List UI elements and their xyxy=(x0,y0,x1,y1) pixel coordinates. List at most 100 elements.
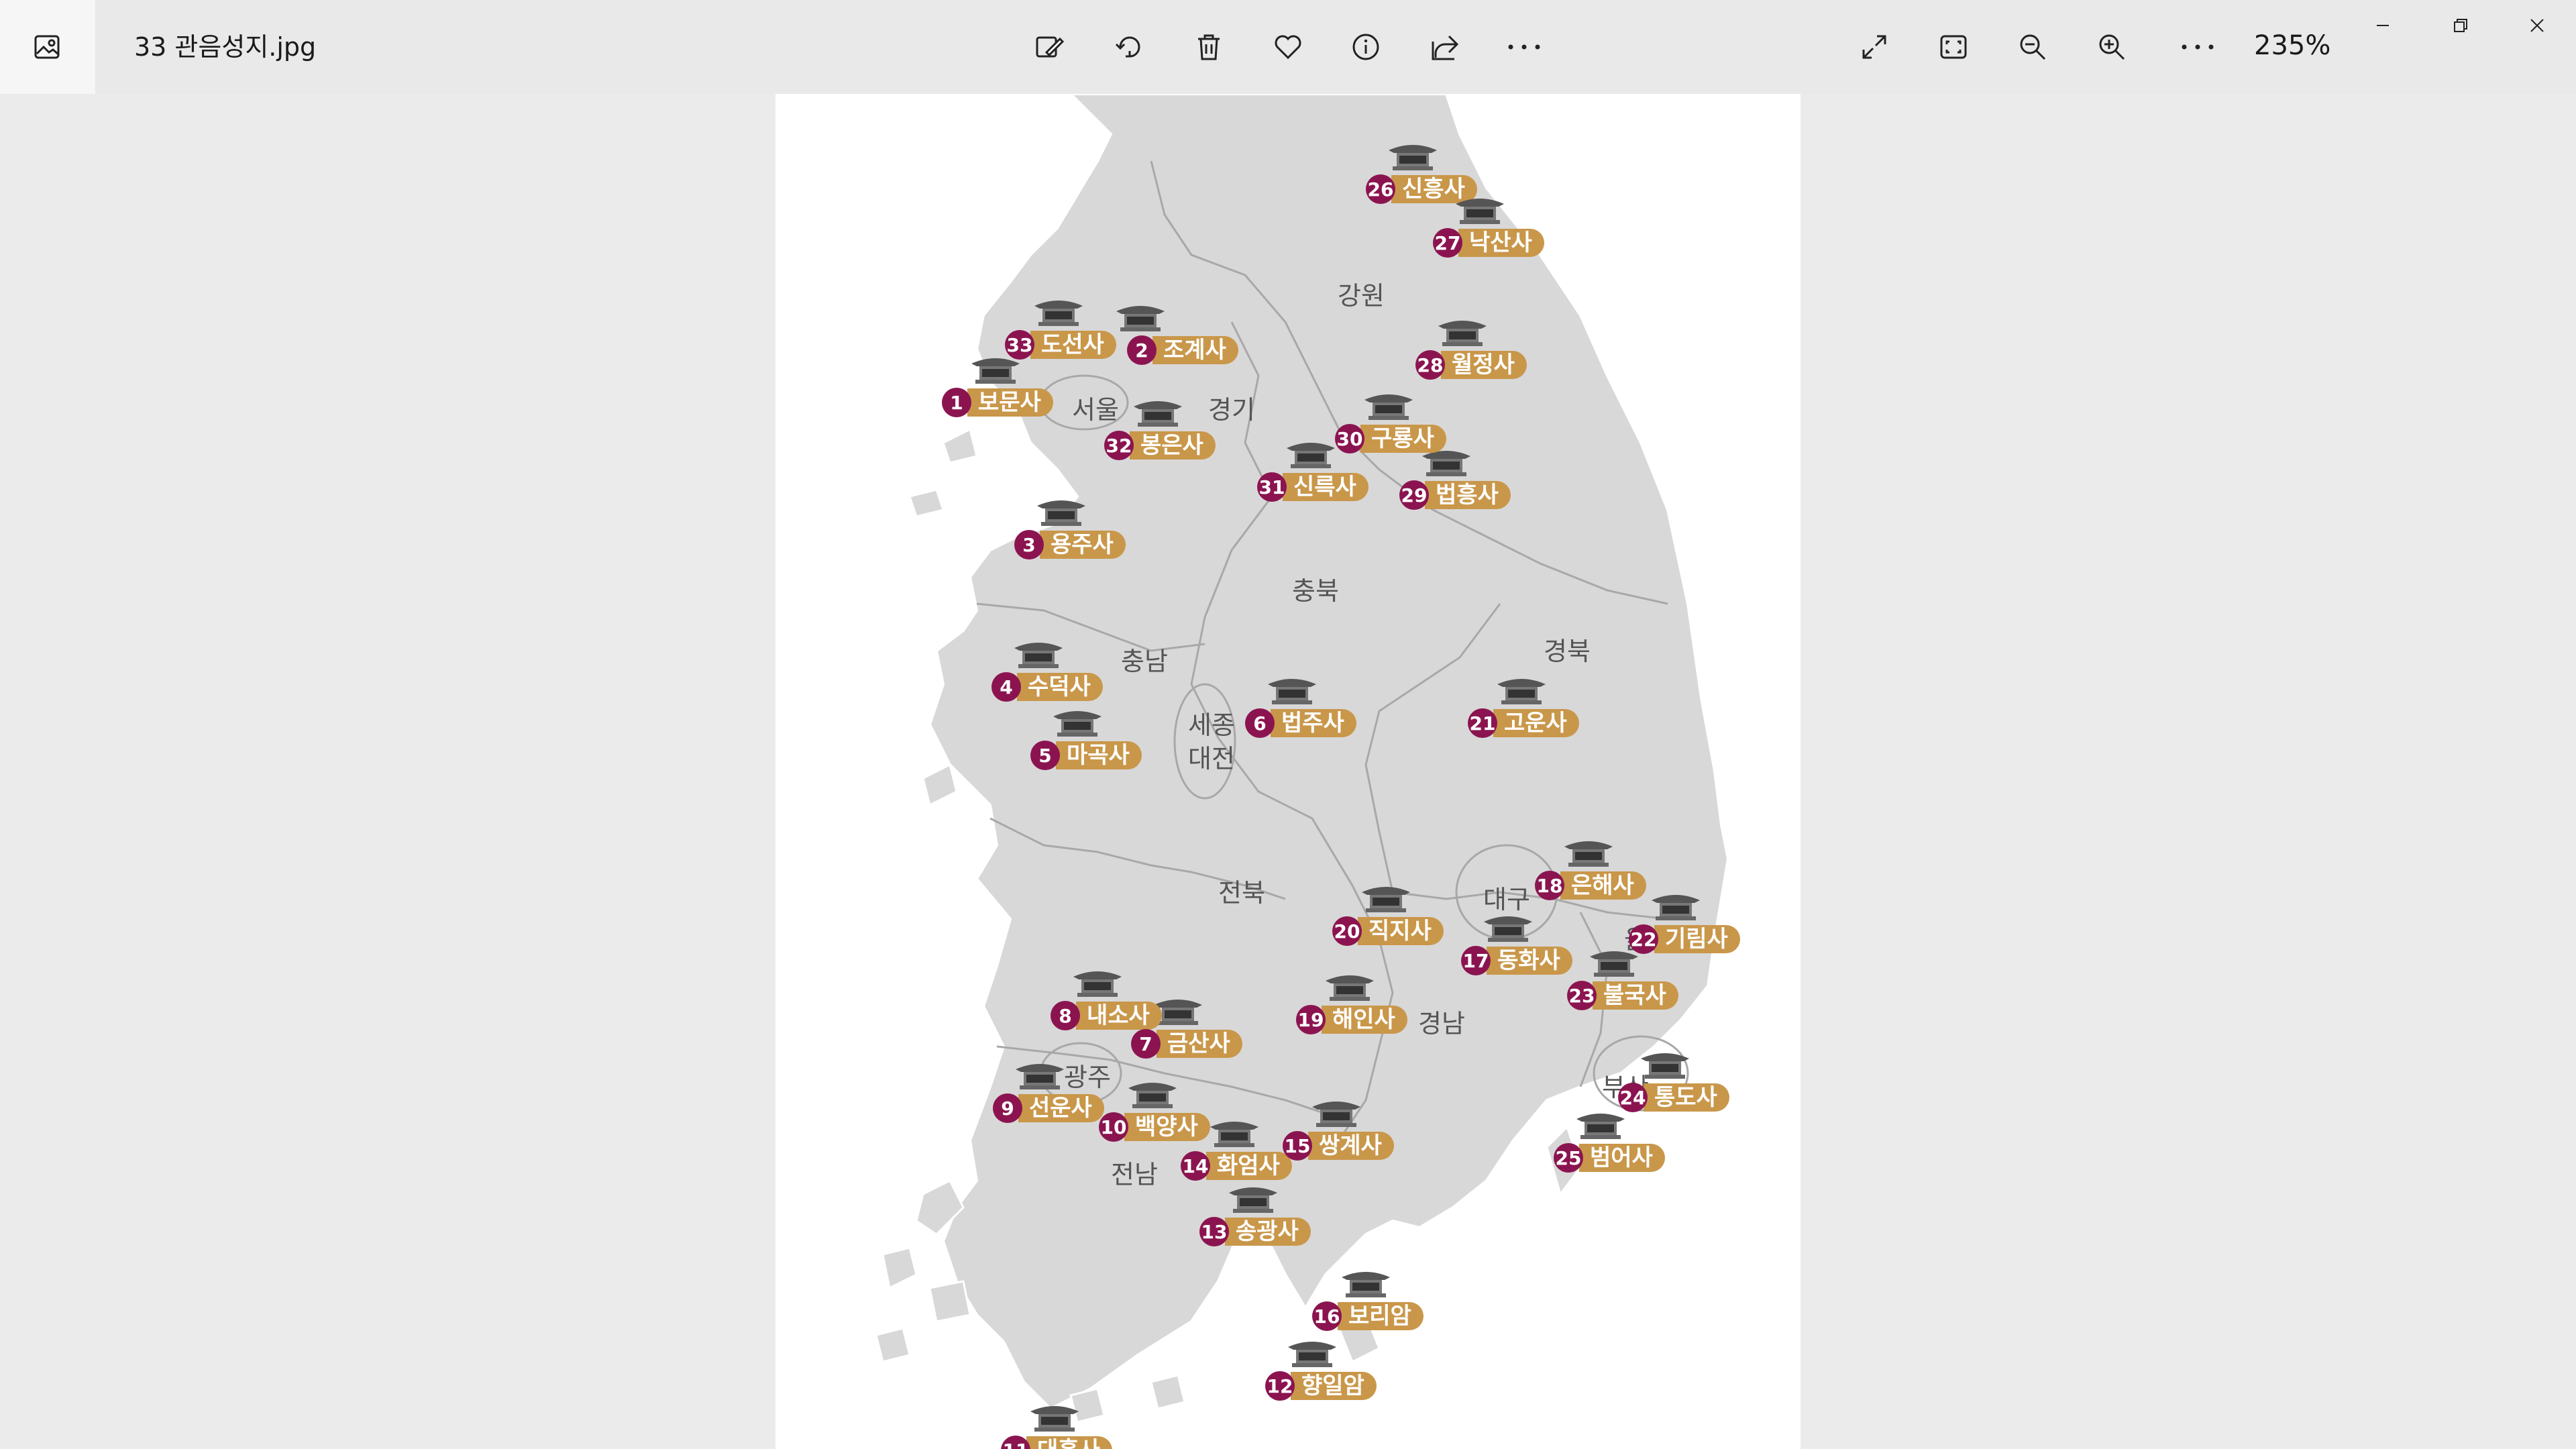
temple-name: 보문사 xyxy=(967,388,1053,417)
temple-number: 8 xyxy=(1051,1001,1080,1030)
zoom-in-icon[interactable] xyxy=(2090,25,2133,68)
file-name-title: 33 관음성지.jpg xyxy=(134,32,317,62)
region-label: 전북 xyxy=(1218,878,1265,908)
temple-marker: 16 보리암 xyxy=(1312,1272,1424,1334)
info-icon[interactable] xyxy=(1344,25,1387,68)
delete-icon[interactable] xyxy=(1187,25,1230,68)
temple-icon xyxy=(1389,145,1437,170)
temple-name: 금산사 xyxy=(1157,1030,1242,1058)
temple-name: 동화사 xyxy=(1487,947,1572,975)
temple-name: 송광사 xyxy=(1225,1218,1311,1246)
temple-icon xyxy=(1364,394,1413,420)
temple-icon xyxy=(1312,1102,1360,1127)
region-label: 경기 xyxy=(1208,395,1255,425)
temple-marker: 23 불국사 xyxy=(1567,951,1678,1013)
temple-marker: 27 낙산사 xyxy=(1433,199,1544,260)
temple-icon xyxy=(1342,1272,1390,1297)
temple-marker: 32 봉은사 xyxy=(1104,401,1216,463)
temple-icon xyxy=(1497,679,1546,704)
temple-number: 15 xyxy=(1283,1131,1312,1161)
temple-icon xyxy=(1030,1406,1079,1432)
temple-name: 불국사 xyxy=(1593,981,1678,1010)
temple-icon xyxy=(1053,711,1102,737)
temple-name: 내소사 xyxy=(1076,1002,1162,1030)
temple-number: 1 xyxy=(942,388,971,417)
more-dots-icon[interactable] xyxy=(1503,25,1546,68)
region-label: 전남 xyxy=(1111,1160,1158,1189)
temple-marker: 5 마곡사 xyxy=(1030,711,1142,773)
temple-icon xyxy=(1128,1083,1177,1108)
temple-number: 4 xyxy=(991,672,1021,702)
temple-name: 쌍계사 xyxy=(1308,1132,1394,1160)
fit-to-window-icon[interactable] xyxy=(1932,25,1975,68)
minimize-icon[interactable] xyxy=(2363,9,2403,42)
temple-name: 도선사 xyxy=(1030,331,1116,359)
temple-icon xyxy=(1268,679,1316,704)
region-label: 광주 xyxy=(1064,1063,1111,1092)
edit-image-icon[interactable] xyxy=(1028,25,1071,68)
zoom-level[interactable]: 235% xyxy=(2254,28,2330,63)
temple-number: 17 xyxy=(1461,946,1491,975)
temple-number: 27 xyxy=(1433,228,1462,258)
temple-name: 고운사 xyxy=(1493,709,1579,737)
temple-name: 봉은사 xyxy=(1130,431,1216,460)
fullscreen-expand-icon[interactable] xyxy=(1853,25,1896,68)
photos-app-icon[interactable] xyxy=(0,0,95,94)
temple-marker: 17 동화사 xyxy=(1461,916,1572,978)
temple-marker: 8 내소사 xyxy=(1051,971,1162,1033)
temple-number: 18 xyxy=(1535,871,1564,900)
temple-name: 법흥사 xyxy=(1425,481,1511,509)
temple-marker: 22 기림사 xyxy=(1629,895,1740,957)
zoom-out-icon[interactable] xyxy=(2011,25,2054,68)
temple-marker: 1 보문사 xyxy=(942,358,1053,420)
temple-marker: 20 직지사 xyxy=(1332,887,1444,949)
rotate-icon[interactable] xyxy=(1108,25,1151,68)
temple-name: 해인사 xyxy=(1322,1006,1407,1034)
more-dots-icon[interactable] xyxy=(2176,25,2219,68)
temple-name: 은해사 xyxy=(1560,871,1646,900)
temple-marker: 30 구룡사 xyxy=(1335,394,1446,456)
temple-number: 30 xyxy=(1335,424,1364,453)
share-icon[interactable] xyxy=(1424,25,1466,68)
temple-number: 6 xyxy=(1245,708,1275,738)
region-label: 대전 xyxy=(1188,744,1235,773)
close-icon[interactable] xyxy=(2517,9,2557,42)
temple-number: 24 xyxy=(1618,1083,1648,1112)
temple-icon xyxy=(1229,1187,1277,1213)
temple-icon xyxy=(1037,500,1085,526)
temple-number: 22 xyxy=(1629,924,1658,954)
temple-marker: 6 법주사 xyxy=(1245,679,1356,741)
title-bar: 33 관음성지.jpg 235% xyxy=(0,0,2576,94)
region-label: 경남 xyxy=(1418,1009,1465,1038)
temple-icon xyxy=(1116,306,1165,331)
temple-name: 용주사 xyxy=(1040,531,1126,559)
temple-name: 선운사 xyxy=(1018,1094,1104,1122)
temple-marker: 29 법흥사 xyxy=(1399,451,1511,513)
temple-icon xyxy=(1576,1114,1625,1139)
temple-icon xyxy=(1073,971,1122,997)
temple-marker: 3 용주사 xyxy=(1014,500,1126,562)
temple-marker: 15 쌍계사 xyxy=(1283,1102,1394,1163)
temple-name: 월정사 xyxy=(1441,351,1527,379)
temple-marker: 13 송광사 xyxy=(1199,1187,1311,1249)
temple-icon xyxy=(1288,1342,1336,1367)
temple-number: 26 xyxy=(1366,174,1395,204)
temple-marker: 10 백양사 xyxy=(1099,1083,1210,1144)
favorite-heart-icon[interactable] xyxy=(1267,25,1309,68)
temple-name: 낙산사 xyxy=(1458,229,1544,257)
temple-name: 보리암 xyxy=(1338,1302,1424,1330)
temple-number: 29 xyxy=(1399,480,1429,510)
region-label: 경북 xyxy=(1544,637,1591,666)
temple-name: 법주사 xyxy=(1271,709,1356,737)
temple-number: 12 xyxy=(1265,1371,1295,1401)
temple-marker: 31 신륵사 xyxy=(1257,443,1368,504)
temple-number: 25 xyxy=(1554,1143,1583,1173)
region-label: 세종 xyxy=(1188,710,1235,740)
temple-number: 31 xyxy=(1257,472,1287,502)
temple-icon xyxy=(1362,887,1410,912)
restore-icon[interactable] xyxy=(2440,9,2481,42)
temple-name: 수덕사 xyxy=(1017,673,1103,701)
temple-name: 기림사 xyxy=(1654,925,1740,953)
temple-marker: 24 통도사 xyxy=(1618,1053,1729,1115)
temple-name: 범어사 xyxy=(1579,1144,1665,1172)
